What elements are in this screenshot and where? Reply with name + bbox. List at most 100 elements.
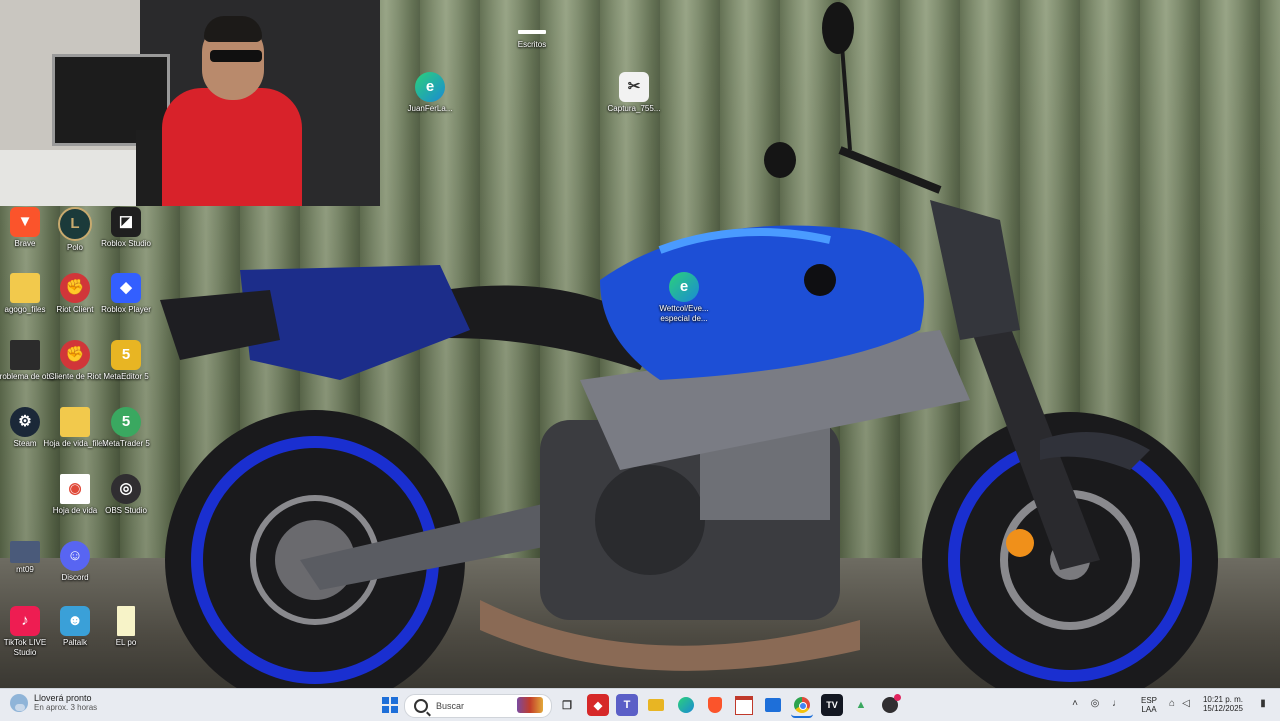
chevron-up-icon[interactable]: ˄ xyxy=(1070,699,1080,709)
desktop-icon-label: MetaTrader 5 xyxy=(102,439,150,448)
desktop-icon-label: Brave xyxy=(14,239,36,248)
clock-time: 10:21 p. m. xyxy=(1202,695,1244,704)
desktop-icon-label: Hoja de vida xyxy=(52,506,98,515)
desktop-icon-captura[interactable]: ✂ Captura_755... xyxy=(602,72,666,114)
task-view-button[interactable]: ❐ xyxy=(556,694,578,716)
desktop-icon-label: Roblox Player xyxy=(101,305,151,314)
task-view-icon: ❐ xyxy=(562,699,572,712)
steam-icon: ⚙ xyxy=(10,407,40,437)
taskbar-teams[interactable]: T xyxy=(616,694,638,716)
desktop-icon-metatrader[interactable]: 5 MetaTrader 5 xyxy=(94,407,158,449)
taskbar-brave[interactable] xyxy=(704,694,726,716)
desktop-icon-wetcol[interactable]: e Wettcol/Eve... especial de... xyxy=(652,272,716,324)
desktop-icon-juanferla[interactable]: e JuanFerLa... xyxy=(398,72,462,114)
desktop-icon-metaeditor[interactable]: 5 MetaEditor 5 xyxy=(94,340,158,382)
desktop-icon-label: Steam xyxy=(13,439,37,448)
taskbar-edge[interactable] xyxy=(675,694,697,716)
search-highlight-image xyxy=(517,697,543,713)
discord-icon: ☺ xyxy=(60,541,90,571)
app-icon: ◆ xyxy=(593,699,603,712)
desktop-icon-roblox-studio[interactable]: ◪ Roblox Studio xyxy=(94,207,158,249)
roblox-studio-icon: ◪ xyxy=(111,207,141,237)
obs-icon xyxy=(882,694,901,713)
desktop-icon-label: TikTok LIVE Studio xyxy=(3,638,47,657)
desktop-icon-label: Wettcol/Eve... especial de... xyxy=(659,304,709,323)
snipping-icon: ✂ xyxy=(619,72,649,102)
windows-icon xyxy=(382,697,398,713)
desktop-icon-obs-studio[interactable]: ◎ OBS Studio xyxy=(94,474,158,516)
clock[interactable]: 10:21 p. m. 15/12/2025 xyxy=(1194,695,1252,713)
system-tray: ˄ ◎ ♩ ESP LAA ⌂ ◁ 10:21 p. m. 15/12/2025… xyxy=(1070,689,1280,721)
webcam-person-shirt xyxy=(162,88,302,206)
taskbar: Lloverá pronto En aprox. 3 horas Buscar … xyxy=(0,688,1280,721)
desktop-icon-label: agogo_files xyxy=(4,305,46,314)
roblox-icon: ◆ xyxy=(111,273,141,303)
teams-icon: T xyxy=(623,699,631,711)
desktop-icon-escritos[interactable]: Escritos xyxy=(500,26,564,50)
video-file-icon xyxy=(10,340,40,370)
volume-icon[interactable]: ◁ xyxy=(1181,699,1191,709)
desktop-icon-el-po[interactable]: EL po xyxy=(94,606,158,648)
webcam-person-hair xyxy=(204,16,262,42)
desktop-icon-label: Roblox Studio xyxy=(101,239,151,248)
desktop-icon-label: EL po xyxy=(115,638,137,647)
webcam-background-boxes xyxy=(0,150,140,206)
clock-date: 15/12/2025 xyxy=(1202,704,1244,713)
riot-icon: ✊ xyxy=(60,340,90,370)
keyboard-layout: LAA xyxy=(1141,705,1157,714)
taskbar-file-explorer[interactable] xyxy=(645,694,667,716)
folder-icon xyxy=(60,407,90,437)
desktop-icon-label: Escritos xyxy=(517,40,547,49)
taskbar-app-red[interactable]: ◆ xyxy=(587,694,609,716)
taskbar-store[interactable] xyxy=(762,694,784,716)
obs-icon: ◎ xyxy=(111,474,141,504)
tray-app-icon[interactable]: ◎ xyxy=(1090,699,1100,709)
metaeditor-icon: 5 xyxy=(111,340,141,370)
weather-widget[interactable]: Lloverá pronto En aprox. 3 horas xyxy=(10,693,97,712)
store-icon xyxy=(765,698,781,712)
desktop-icon-label: JuanFerLa... xyxy=(407,104,453,113)
brave-icon xyxy=(708,697,722,713)
input-language[interactable]: ESP LAA xyxy=(1136,696,1162,714)
chrome-icon xyxy=(794,697,810,713)
search-icon xyxy=(414,699,428,713)
desktop-icon-label: Paltalk xyxy=(62,638,87,647)
taskbar-chrome[interactable] xyxy=(791,694,813,718)
cloud-rain-icon xyxy=(10,693,28,712)
webcam-person-glasses xyxy=(210,50,262,62)
start-button[interactable] xyxy=(379,694,401,716)
brave-icon: ▼ xyxy=(10,207,40,237)
microphone-icon[interactable]: ♩ xyxy=(1112,699,1122,709)
taskbar-metatrader[interactable]: ▲ xyxy=(850,694,872,716)
taskbar-calendar-app[interactable] xyxy=(733,694,755,716)
metatrader-icon: 5 xyxy=(111,407,141,437)
folder-icon xyxy=(648,699,664,711)
edge-icon xyxy=(678,697,694,713)
league-icon: L xyxy=(58,207,92,241)
metatrader-icon: ▲ xyxy=(855,699,867,711)
desktop-icon-label: MetaEditor 5 xyxy=(103,372,149,381)
desktop-icon-roblox-player[interactable]: ◆ Roblox Player xyxy=(94,273,158,315)
desktop-icon-discord[interactable]: ☺ Discord xyxy=(43,541,107,583)
network-icon[interactable]: ⌂ xyxy=(1167,699,1177,709)
edge-icon: e xyxy=(669,272,699,302)
desktop-icon-label: OBS Studio xyxy=(105,506,147,515)
desktop-icon-label: Captura_755... xyxy=(607,104,661,113)
desktop-icon-label: Polo xyxy=(66,243,83,252)
chrome-html-file-icon: ◉ xyxy=(60,474,90,504)
taskbar-obs[interactable] xyxy=(879,694,901,716)
taskbar-search[interactable]: Buscar xyxy=(404,694,552,718)
tradingview-icon: TV xyxy=(826,700,838,710)
language-code: ESP xyxy=(1140,696,1157,705)
search-placeholder: Buscar xyxy=(436,701,465,711)
edge-icon: e xyxy=(415,72,445,102)
notification-bell-icon[interactable]: ▮ xyxy=(1258,699,1268,709)
taskbar-tradingview[interactable]: TV xyxy=(821,694,843,716)
desktop-icon-label: mt09 xyxy=(16,565,34,574)
image-file-icon xyxy=(10,541,40,563)
weather-detail: En aprox. 3 horas xyxy=(34,703,98,712)
weather-text: Lloverá pronto En aprox. 3 horas xyxy=(34,693,97,712)
document-file-icon xyxy=(117,606,135,636)
weather-forecast: Lloverá pronto xyxy=(34,693,92,703)
folder-icon xyxy=(10,273,40,303)
